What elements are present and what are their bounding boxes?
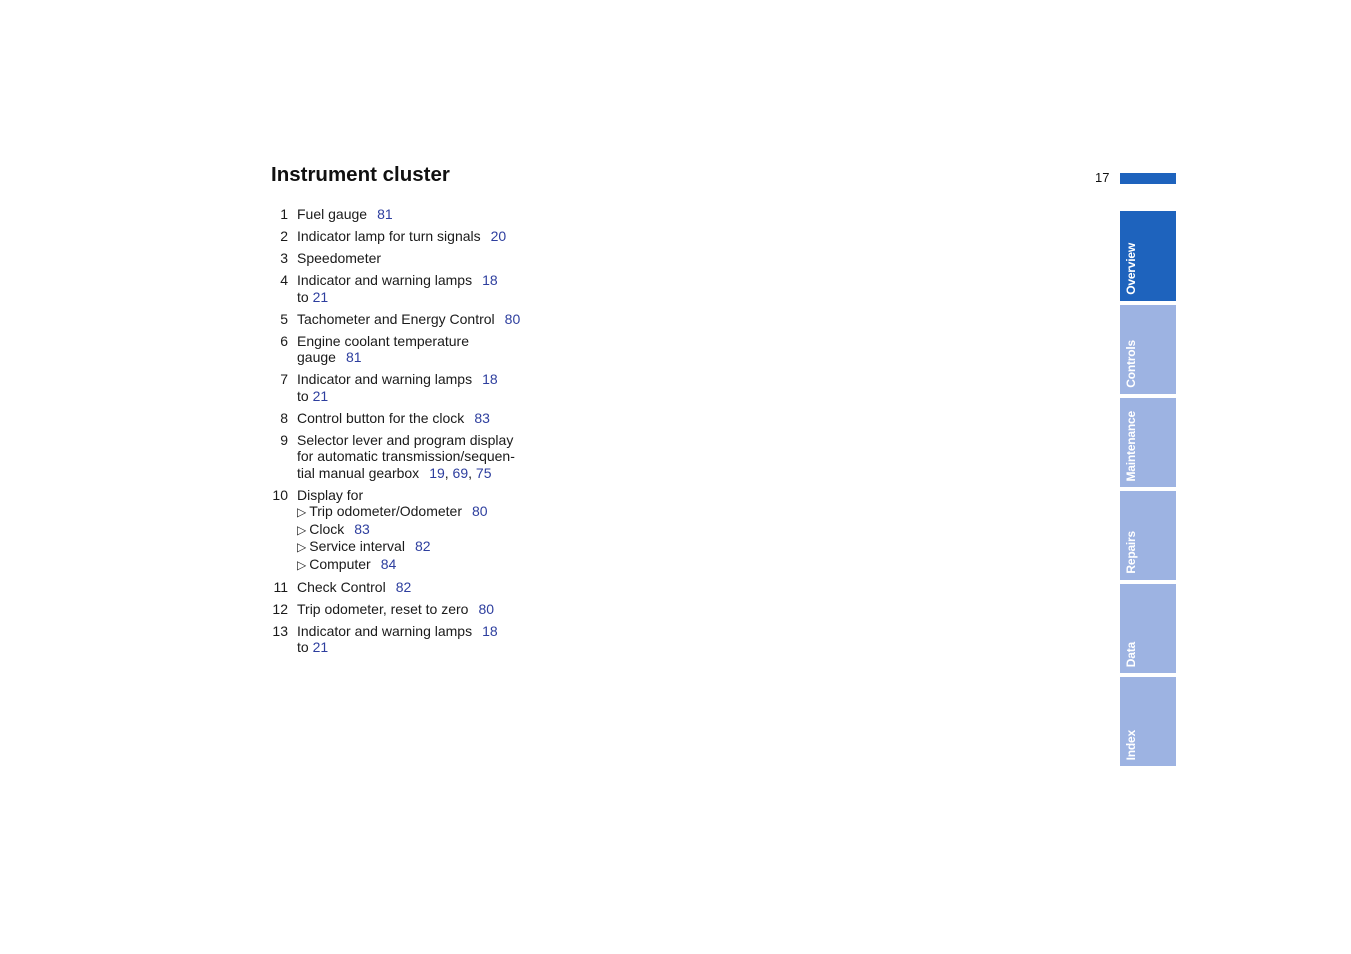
list-item: 2 Indicator lamp for turn signals 20 bbox=[271, 228, 561, 245]
tab-overview[interactable]: Overview bbox=[1120, 211, 1176, 301]
tab-label: Index bbox=[1124, 729, 1138, 760]
item-text: Engine coolant temperature bbox=[297, 332, 469, 349]
item-text: tial manual gearbox bbox=[297, 464, 420, 481]
item-text: Indicator and warning lamps bbox=[297, 371, 473, 387]
page-ref-link[interactable]: 18 bbox=[482, 371, 498, 387]
item-number: 7 bbox=[280, 371, 288, 387]
page-ref-link[interactable]: 81 bbox=[377, 206, 393, 222]
sub-item-text: Computer bbox=[309, 555, 371, 572]
item-number: 3 bbox=[280, 250, 288, 266]
item-text: Indicator and warning lamps bbox=[297, 622, 473, 639]
item-number: 11 bbox=[273, 578, 288, 595]
page-ref-link[interactable]: 82 bbox=[415, 538, 431, 554]
item-text: Control button for the clock bbox=[297, 409, 465, 426]
page-title: Instrument cluster bbox=[271, 163, 450, 186]
item-number: 6 bbox=[280, 332, 288, 349]
triangle-bullet-icon: ▷ bbox=[297, 505, 307, 519]
item-number: 5 bbox=[280, 310, 288, 327]
item-text: Indicator lamp for turn signals bbox=[297, 228, 481, 244]
page-ref-link[interactable]: 80 bbox=[472, 503, 488, 519]
item-continuation: to 21 bbox=[297, 639, 561, 656]
item-continuation: to 21 bbox=[297, 388, 561, 405]
list-item: 10 Display for ▷ Trip odometer/Odometer 80… bbox=[271, 487, 561, 574]
item-number: 8 bbox=[280, 409, 288, 426]
item-text: Check Control bbox=[297, 578, 386, 595]
list-item: 8 Control button for the clock 83 bbox=[271, 410, 561, 427]
page-ref-link[interactable]: 83 bbox=[354, 521, 370, 537]
page-ref-link[interactable]: 21 bbox=[313, 639, 329, 655]
sub-item-text: Clock bbox=[309, 520, 345, 537]
page-ref-link[interactable]: 20 bbox=[491, 228, 507, 244]
page-ref-link[interactable]: 18 bbox=[482, 623, 498, 639]
item-continuation: to 21 bbox=[297, 289, 561, 306]
list-item: 5 Tachometer and Energy Control 80 bbox=[271, 311, 561, 328]
page-number: 17 bbox=[1095, 170, 1110, 185]
page-ref-link[interactable]: 84 bbox=[381, 556, 397, 572]
list-item: 12 Trip odometer, reset to zero 80 bbox=[271, 601, 561, 618]
page-ref-link[interactable]: 83 bbox=[474, 410, 490, 426]
tab-maintenance[interactable]: Maintenance bbox=[1120, 398, 1176, 487]
sub-item: ▷ Service interval 82 bbox=[297, 538, 561, 556]
page-ref-link[interactable]: 69 bbox=[453, 465, 469, 481]
item-number: 12 bbox=[272, 600, 288, 617]
sub-item: ▷ Clock 83 bbox=[297, 521, 561, 539]
page-ref-link[interactable]: 21 bbox=[313, 289, 329, 305]
list-item: 9 Selector lever and program display for… bbox=[271, 432, 561, 482]
sub-item: ▷ Computer 84 bbox=[297, 556, 561, 574]
list-item: 3 Speedometer bbox=[271, 250, 561, 267]
item-text: Indicator and warning lamps bbox=[297, 272, 473, 288]
item-text-continued: gauge bbox=[297, 349, 336, 365]
page-ref-link[interactable]: 75 bbox=[476, 465, 492, 481]
sub-item: ▷ Trip odometer/Odometer 80 bbox=[297, 503, 561, 521]
item-text: Display for bbox=[297, 486, 364, 503]
list-item: 7 Indicator and warning lamps 18 to 21 bbox=[271, 371, 561, 404]
list-item: 13 Indicator and warning lamps 18 to 21 bbox=[271, 623, 561, 656]
page-ref-link[interactable]: 81 bbox=[346, 349, 362, 365]
list-item: 6 Engine coolant temperature gauge 81 bbox=[271, 333, 561, 366]
page-ref-link[interactable]: 21 bbox=[313, 388, 329, 404]
page-ref-link[interactable]: 18 bbox=[482, 272, 498, 288]
item-number: 9 bbox=[280, 431, 288, 448]
tab-label: Maintenance bbox=[1124, 410, 1138, 482]
tab-repairs[interactable]: Repairs bbox=[1120, 491, 1176, 580]
triangle-bullet-icon: ▷ bbox=[297, 522, 307, 537]
tab-data[interactable]: Data bbox=[1120, 584, 1176, 673]
item-number: 13 bbox=[272, 622, 288, 639]
component-list: 1 Fuel gauge 81 2 Indicator lamp for turn… bbox=[271, 206, 561, 661]
tab-label: Overview bbox=[1124, 243, 1138, 295]
range-to-label: to bbox=[297, 288, 309, 305]
tab-label: Repairs bbox=[1124, 531, 1138, 574]
tab-label: Data bbox=[1124, 641, 1138, 667]
sub-item-text: Service interval bbox=[309, 538, 405, 554]
list-item: 1 Fuel gauge 81 bbox=[271, 206, 561, 223]
page-ref-link[interactable]: 80 bbox=[505, 311, 521, 327]
list-item: 11 Check Control 82 bbox=[271, 579, 561, 596]
tab-label: Controls bbox=[1124, 340, 1138, 388]
item-number: 4 bbox=[280, 272, 288, 288]
item-text-last-line: tial manual gearbox 19, 69, 75 bbox=[297, 464, 492, 481]
page-ref-link[interactable]: 80 bbox=[478, 601, 494, 617]
item-number: 10 bbox=[272, 486, 288, 503]
page-ref-link[interactable]: 19 bbox=[429, 465, 445, 481]
list-item: 4 Indicator and warning lamps 18 to 21 bbox=[271, 272, 561, 305]
item-continuation: gauge 81 bbox=[297, 349, 561, 366]
triangle-bullet-icon: ▷ bbox=[297, 540, 307, 554]
tab-controls[interactable]: Controls bbox=[1120, 305, 1176, 394]
item-text: Fuel gauge bbox=[297, 206, 368, 222]
item-text: Tachometer and Energy Control bbox=[297, 310, 495, 327]
item-number: 2 bbox=[280, 228, 288, 244]
item-number: 1 bbox=[280, 206, 288, 222]
tab-index[interactable]: Index bbox=[1120, 677, 1176, 766]
range-to-label: to bbox=[297, 387, 309, 404]
item-text: Trip odometer, reset to zero bbox=[297, 600, 469, 617]
page-marker-bar bbox=[1120, 173, 1176, 184]
triangle-bullet-icon: ▷ bbox=[297, 557, 307, 572]
page-ref-link[interactable]: 82 bbox=[396, 579, 412, 595]
item-text: for automatic transmission/sequen- bbox=[297, 448, 515, 464]
range-to-label: to bbox=[297, 639, 309, 655]
sub-item-text: Trip odometer/Odometer bbox=[309, 503, 462, 519]
item-text: Selector lever and program display bbox=[297, 431, 514, 448]
item-text: Speedometer bbox=[297, 250, 382, 266]
section-tabs: Overview Controls Maintenance Repairs Da… bbox=[1120, 211, 1176, 770]
